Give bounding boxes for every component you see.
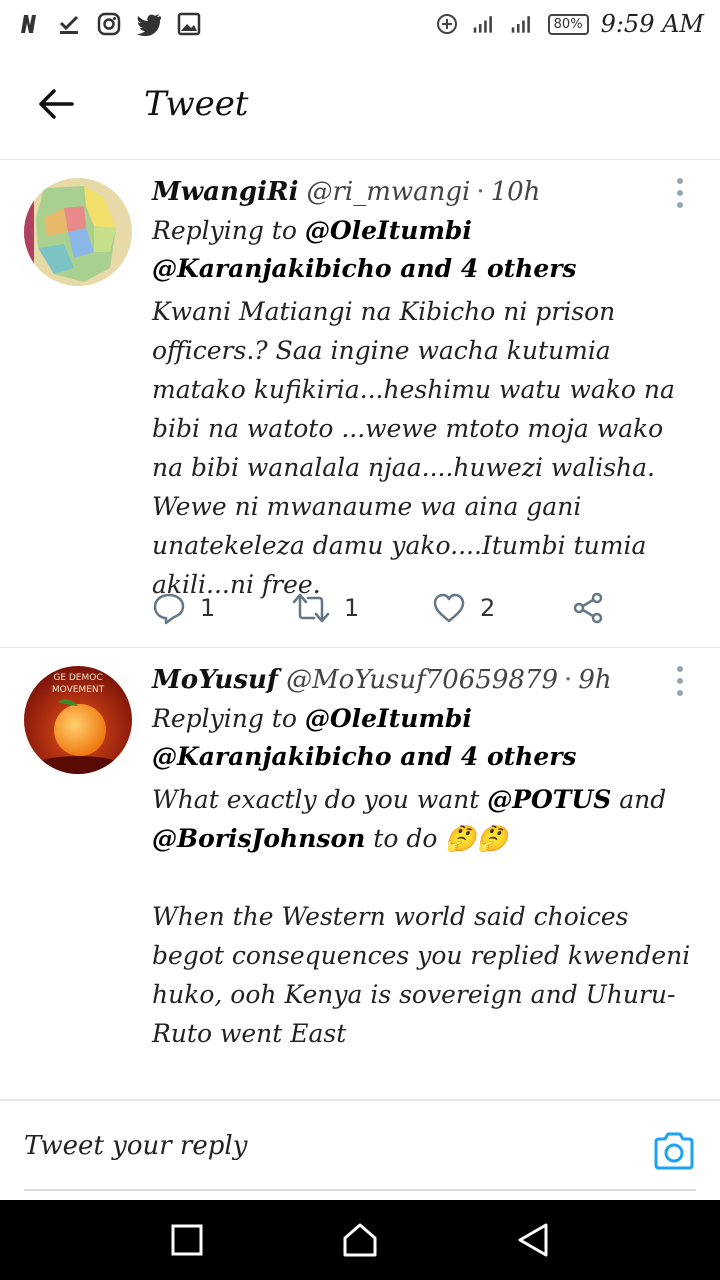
dot-icon [677, 190, 683, 196]
reply-button[interactable]: 1 [152, 591, 292, 625]
square-icon [171, 1224, 203, 1256]
dot-icon [677, 202, 683, 208]
status-time: 9:59 AM [600, 10, 704, 38]
instagram-icon [96, 11, 122, 37]
avatar[interactable] [24, 178, 132, 286]
user-handle[interactable]: @MoYusuf70659879 [286, 661, 558, 699]
twitter-icon [136, 11, 162, 37]
dot-icon [677, 690, 683, 696]
download-check-icon [56, 11, 82, 37]
retweet-button[interactable]: 1 [292, 593, 432, 623]
avatar[interactable]: GE DEMOC MOVEMENT [24, 666, 132, 774]
signal-icon [510, 11, 536, 37]
tweet-header: MoYusuf @MoYusuf70659879 · 9h [152, 660, 700, 700]
netflix-n-icon [16, 11, 42, 37]
tweet-text-part: and [611, 785, 675, 814]
home-button[interactable] [336, 1216, 384, 1264]
tweet-text-part: What exactly do you want [152, 785, 488, 814]
notification-icons [16, 11, 202, 37]
dot-icon [677, 178, 683, 184]
tweet-body: MwangiRi @ri_mwangi · 10h Replying to @O… [152, 172, 700, 604]
retweet-count: 1 [344, 594, 360, 622]
svg-text:MOVEMENT: MOVEMENT [52, 685, 105, 695]
replying-prefix: Replying to [152, 216, 297, 245]
reply-bubble-icon [153, 593, 185, 625]
tweet-text: What exactly do you want @POTUS and @Bor… [152, 780, 700, 1099]
display-name[interactable]: MoYusuf [152, 661, 278, 699]
signal-icon [472, 11, 498, 37]
more-options-button[interactable] [668, 666, 692, 696]
like-button[interactable]: 2 [432, 592, 572, 624]
replying-to-line: Replying to @OleItumbi @Karanjakibicho a… [152, 700, 700, 776]
separator-dot: · [476, 177, 485, 207]
tweet-item[interactable]: GE DEMOC MOVEMENT MoYusuf @MoYusuf706598… [0, 648, 720, 1100]
gallery-icon [176, 11, 202, 37]
mention-link[interactable]: @POTUS [487, 785, 611, 814]
heart-icon [433, 593, 465, 623]
separator-dot: · [564, 665, 573, 695]
system-status: 80% 9:59 AM [434, 10, 704, 38]
reply-input[interactable]: Tweet your reply [24, 1131, 247, 1161]
back-button[interactable] [0, 48, 112, 160]
battery-indicator: 80% [547, 13, 589, 35]
tweet-text-part: to do 🤔🤔 [365, 824, 508, 853]
tweet-body: MoYusuf @MoYusuf70659879 · 9h Replying t… [152, 660, 700, 1099]
like-count: 2 [480, 594, 496, 622]
tweet-text-part: When the Western world said choices bego… [152, 902, 691, 1099]
arrow-left-icon [39, 88, 74, 119]
mention-link[interactable]: @BorisJohnson [152, 824, 365, 853]
share-button[interactable] [572, 592, 604, 624]
replying-prefix: Replying to [152, 704, 297, 733]
back-nav-button[interactable] [509, 1216, 557, 1264]
reply-count: 1 [200, 594, 216, 622]
top-app-bar: Tweet [0, 48, 720, 160]
tweet-text: Kwani Matiangi na Kibicho ni prison offi… [152, 297, 683, 599]
user-handle[interactable]: @ri_mwangi [306, 173, 470, 211]
share-icon [573, 592, 603, 624]
dot-icon [677, 678, 683, 684]
dot-icon [677, 666, 683, 672]
tweet-time: 9h [578, 665, 612, 695]
home-icon [343, 1223, 377, 1257]
tweet-header: MwangiRi @ri_mwangi · 10h [152, 172, 700, 212]
display-name[interactable]: MwangiRi [152, 173, 298, 211]
replying-to-line: Replying to @OleItumbi @Karanjakibicho a… [152, 212, 700, 288]
tweet-item[interactable]: MwangiRi @ri_mwangi · 10h Replying to @O… [0, 160, 720, 648]
status-bar: 80% 9:59 AM [0, 0, 720, 48]
tweet-actions: 1 1 2 [152, 588, 622, 628]
page-title: Tweet [144, 83, 249, 124]
triangle-back-icon [518, 1223, 548, 1257]
recents-button[interactable] [163, 1216, 211, 1264]
input-underline [24, 1189, 696, 1191]
camera-button[interactable] [652, 1129, 696, 1173]
retweet-icon [292, 593, 330, 623]
camera-icon [654, 1132, 694, 1170]
svg-text:GE DEMOC: GE DEMOC [53, 673, 102, 683]
system-navigation-bar [0, 1200, 720, 1280]
data-saver-icon [434, 11, 460, 37]
reply-composer: Tweet your reply [0, 1100, 720, 1200]
tweet-time: 10h [490, 177, 541, 207]
more-options-button[interactable] [668, 178, 692, 208]
